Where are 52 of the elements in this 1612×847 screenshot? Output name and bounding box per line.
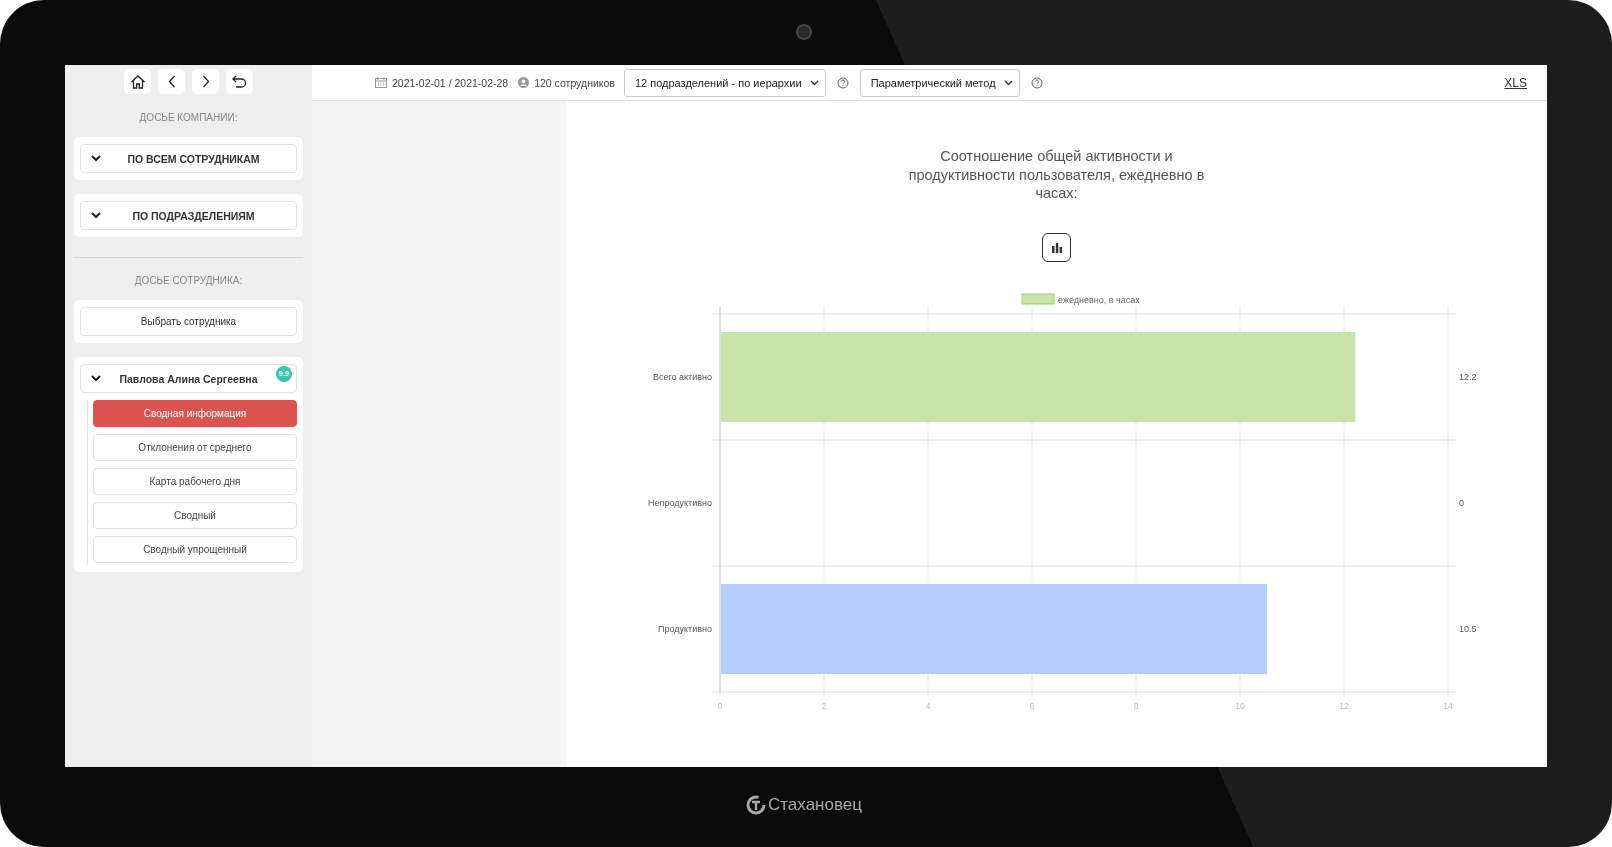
dropdown[interactable]: 12 подразделений - по иерархии xyxy=(623,68,826,97)
undo-button[interactable] xyxy=(226,69,253,94)
axis-tick-label: 12 xyxy=(1339,700,1349,711)
chevron-left-icon xyxy=(167,75,176,88)
axis-tick-label: 10 xyxy=(1235,700,1245,711)
group-button[interactable]: ПО ПОДРАЗДЕЛЕНИЯМ xyxy=(80,201,297,230)
chart-title: Соотношение общей активности и продуктивности пользователя, ежедневно в часах: xyxy=(907,147,1206,203)
value-label: 0 xyxy=(1459,497,1464,508)
user-icon xyxy=(518,77,530,88)
chart-type-button[interactable] xyxy=(1042,232,1071,262)
chevron-down-icon xyxy=(91,212,101,219)
axis-tick-label: 14 xyxy=(1443,700,1453,711)
axis-tick-label: 8 xyxy=(1133,700,1139,711)
report-menu-item[interactable]: Сводный упрощенный xyxy=(93,536,297,563)
camera-lens xyxy=(796,24,812,40)
select-employee-button[interactable]: Выбрать сотрудника xyxy=(80,307,297,336)
calendar-icon xyxy=(375,77,387,88)
help-icon[interactable] xyxy=(1030,76,1043,89)
help-icon[interactable] xyxy=(836,76,849,89)
chevron-down-icon xyxy=(91,155,101,162)
legend-label: ежедневно, в часах xyxy=(1058,294,1141,305)
export-link[interactable]: XLS xyxy=(1504,75,1527,90)
forward-button[interactable] xyxy=(192,69,219,94)
section-heading: ДОСЬЕ КОМПАНИИ: xyxy=(139,112,238,123)
bar-chart-icon xyxy=(1050,241,1063,253)
report-menu-item[interactable]: Сводный xyxy=(93,502,297,529)
dropdown[interactable]: Параметрический метод xyxy=(859,68,1020,97)
group-button[interactable]: ПО ВСЕМ СОТРУДНИКАМ xyxy=(80,144,297,173)
undo-icon xyxy=(232,75,247,88)
chevron-down-icon xyxy=(91,375,101,382)
report-menu-item[interactable]: Карта рабочего дня xyxy=(93,468,297,495)
chevron-right-icon xyxy=(201,75,210,88)
value-label: 12.2 xyxy=(1459,371,1477,382)
caret-icon xyxy=(809,79,819,86)
category-label: Всего активно xyxy=(652,371,712,382)
section-heading: ДОСЬЕ СОТРУДНИКА: xyxy=(134,275,243,286)
axis-tick-label: 0 xyxy=(717,700,723,711)
home-icon xyxy=(129,73,146,90)
value-label: 10.5 xyxy=(1459,623,1477,634)
period-text: 2021-02-01 / 2021-02-28 xyxy=(392,76,509,89)
chart-legend[interactable]: ежедневно, в часах xyxy=(1021,293,1140,305)
category-label: Непродуктивно xyxy=(648,497,712,508)
category-label: Продуктивно xyxy=(658,623,712,634)
home-button[interactable] xyxy=(124,69,151,94)
axis-tick-label: 6 xyxy=(1029,700,1035,711)
employee-count: 120 сотрудников xyxy=(534,76,615,89)
logo-icon xyxy=(746,795,766,815)
caret-icon xyxy=(1003,79,1013,86)
report-menu-item[interactable]: Отклонения от среднего xyxy=(93,434,297,461)
brand-name: Стахановец xyxy=(768,795,862,815)
back-button[interactable] xyxy=(158,69,185,94)
report-menu-item[interactable]: Сводная информация xyxy=(93,400,297,427)
